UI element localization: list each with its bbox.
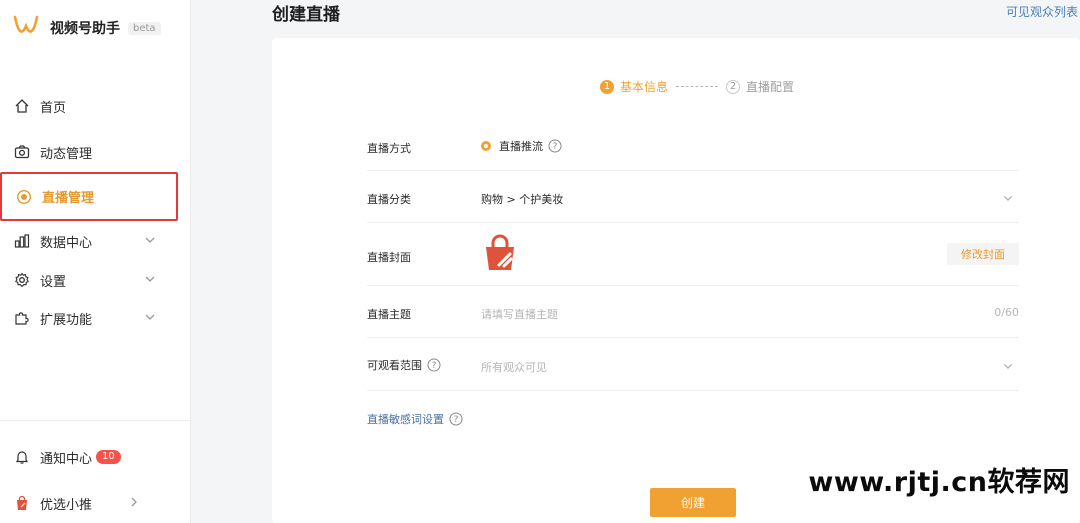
- chevron-down-icon[interactable]: [1003, 193, 1013, 203]
- nav-item-promote[interactable]: 优选小推: [0, 484, 178, 522]
- chevron-down-icon[interactable]: [1003, 361, 1013, 371]
- method-radio[interactable]: [481, 141, 491, 151]
- nav-label-moments: 动态管理: [40, 146, 93, 162]
- nav-item-notifications[interactable]: 通知中心 10: [0, 438, 178, 476]
- chevron-down-icon: [145, 314, 155, 320]
- site-watermark: www.rjtj.cn软荐网: [808, 467, 1070, 498]
- step-indicator: 1 基本信息 2 直播配置: [600, 78, 794, 95]
- nav-label-data: 数据中心: [40, 235, 93, 251]
- nav-label-promote: 优选小推: [40, 497, 93, 513]
- nav-label-notifications: 通知中心: [40, 451, 93, 467]
- help-icon[interactable]: ?: [548, 139, 562, 153]
- form-row-category[interactable]: 直播分类 购物 > 个护美妆: [367, 170, 1019, 223]
- step-2-label: 直播配置: [746, 80, 795, 94]
- notification-count-badge: 10: [96, 450, 121, 464]
- brand[interactable]: 视频号助手 beta: [12, 14, 161, 42]
- nav-item-moments[interactable]: 动态管理: [0, 133, 178, 171]
- form-row-topic: 直播主题 请填写直播主题 0/60: [367, 285, 1019, 338]
- step-2-number: 2: [726, 79, 741, 94]
- svg-text:?: ?: [553, 142, 558, 152]
- nav-item-extensions[interactable]: 扩展功能: [0, 299, 178, 337]
- cover-label: 直播封面: [367, 251, 411, 264]
- sensitive-words-setting-link[interactable]: 直播敏感词设置 ?: [367, 411, 463, 427]
- method-value: 直播推流: [499, 140, 543, 153]
- sidebar-divider: [0, 420, 190, 421]
- chevron-down-icon: [145, 276, 155, 282]
- scope-label-group: 可观看范围 ?: [367, 357, 441, 373]
- topic-char-counter: 0/60: [994, 306, 1019, 319]
- topic-input[interactable]: 请填写直播主题: [481, 306, 558, 322]
- create-button[interactable]: 创建: [650, 488, 736, 517]
- step-connector: [676, 86, 719, 87]
- sidebar: 视频号助手 beta 首页 动态管理 直播管理 数据中心 设置 扩展功能 通知中…: [0, 0, 191, 523]
- step-1-label: 基本信息: [620, 80, 669, 94]
- sensitive-words-label: 直播敏感词设置: [367, 413, 444, 426]
- shopping-bag-cover-icon: [486, 234, 514, 270]
- chevron-down-icon: [145, 237, 155, 243]
- help-icon[interactable]: ?: [427, 358, 441, 372]
- bell-icon: [14, 449, 30, 465]
- svg-text:?: ?: [432, 361, 437, 371]
- shopping-bag-icon: [14, 495, 30, 511]
- form-row-method: 直播方式 直播推流 ?: [367, 126, 1019, 171]
- method-label: 直播方式: [367, 142, 411, 155]
- topic-label: 直播主题: [367, 308, 411, 321]
- nav-item-home[interactable]: 首页: [0, 87, 178, 125]
- step-1-number: 1: [600, 79, 614, 94]
- cover-image[interactable]: [481, 234, 519, 272]
- camera-icon: [14, 144, 30, 160]
- visible-audience-list-link[interactable]: 可见观众列表: [1006, 3, 1078, 20]
- nav-label-extensions: 扩展功能: [40, 312, 93, 328]
- bar-chart-icon: [14, 233, 30, 249]
- method-option[interactable]: 直播推流 ?: [481, 138, 562, 154]
- scope-value: 所有观众可见: [481, 361, 547, 374]
- category-value: 购物 > 个护美妆: [481, 193, 564, 206]
- scope-label: 可观看范围: [367, 359, 422, 372]
- live-record-icon: [16, 189, 32, 205]
- form-row-cover: 直播封面 修改封面: [367, 222, 1019, 286]
- nav-item-settings[interactable]: 设置: [0, 261, 178, 299]
- chevron-right-icon: [131, 497, 137, 507]
- beta-badge: beta: [128, 21, 161, 35]
- brand-name: 视频号助手: [50, 21, 120, 37]
- nav-item-data[interactable]: 数据中心: [0, 222, 178, 260]
- puzzle-icon: [14, 310, 30, 326]
- nav-item-live[interactable]: 直播管理: [0, 172, 178, 221]
- form-row-scope[interactable]: 可观看范围 ? 所有观众可见: [367, 337, 1019, 391]
- category-label: 直播分类: [367, 193, 411, 206]
- nav-label-live: 直播管理: [42, 191, 95, 206]
- home-icon: [14, 98, 30, 114]
- nav-label-home: 首页: [40, 100, 67, 116]
- help-icon[interactable]: ?: [449, 412, 463, 426]
- nav-label-settings: 设置: [40, 274, 67, 290]
- page-title: 创建直播: [272, 5, 340, 25]
- gear-icon: [14, 272, 30, 288]
- brand-logo-icon: [12, 12, 40, 44]
- edit-cover-button[interactable]: 修改封面: [947, 243, 1019, 265]
- svg-text:?: ?: [454, 415, 459, 425]
